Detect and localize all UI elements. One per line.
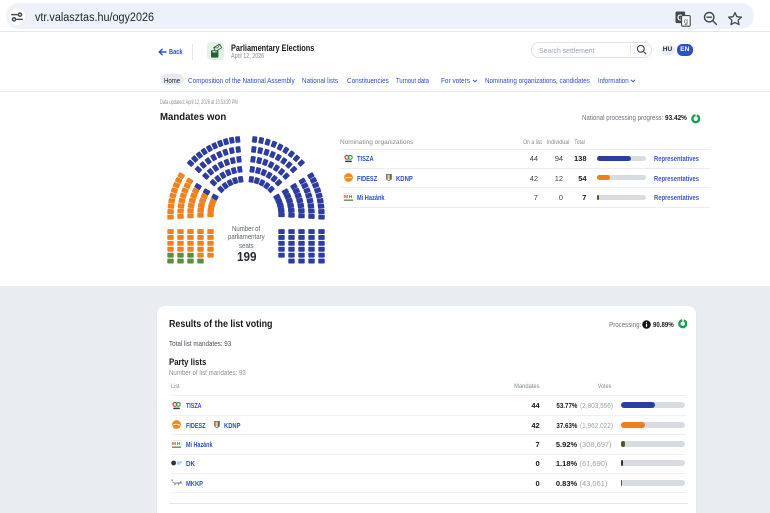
svg-text:M: M bbox=[172, 441, 176, 446]
svg-text:M: M bbox=[344, 194, 348, 199]
svg-text:g: g bbox=[684, 18, 688, 25]
